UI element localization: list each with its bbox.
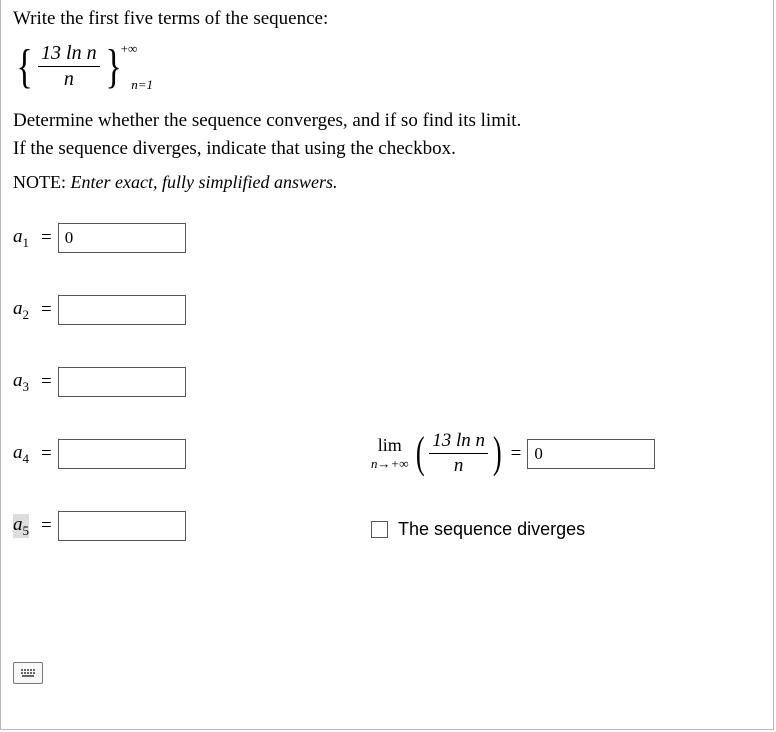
prompt-text: Write the first five terms of the sequen… (13, 8, 761, 30)
instruction-text: Determine whether the sequence converges… (13, 107, 761, 162)
note-body: Enter exact, fully simplified answers. (66, 172, 337, 192)
input-a3[interactable] (58, 367, 186, 397)
input-limit[interactable] (527, 439, 655, 469)
limit-fraction: 13 ln n n (429, 430, 488, 477)
lim-text: lim (378, 435, 402, 456)
equals-sign: = (41, 443, 52, 465)
question-container: Write the first five terms of the sequen… (0, 0, 774, 730)
limit-expression: ( 13 ln n n ) (413, 430, 505, 477)
lower-limit: n=1 (131, 77, 153, 93)
equals-sign: = (41, 227, 52, 249)
equals-sign: = (511, 443, 522, 465)
diverge-row: The sequence diverges (371, 519, 761, 540)
term-row-a3: a3 = (13, 367, 761, 397)
left-brace: { (16, 50, 32, 84)
input-a5[interactable] (58, 511, 186, 541)
limit-operator: lim n→+∞ (371, 435, 409, 472)
note-text: NOTE: Enter exact, fully simplified answ… (13, 172, 761, 193)
sequence-definition: { 13 ln n n } +∞ n=1 (13, 42, 761, 91)
input-a1[interactable] (58, 223, 186, 253)
diverge-checkbox[interactable] (371, 521, 388, 538)
term-label-a2: a2 (13, 298, 29, 323)
right-paren: ) (493, 438, 502, 469)
term-row-a1: a1 = (13, 223, 761, 253)
upper-limit: +∞ (121, 41, 138, 57)
equals-sign: = (41, 299, 52, 321)
instruction-line-1: Determine whether the sequence converges… (13, 110, 521, 131)
diverge-label: The sequence diverges (398, 519, 585, 540)
sequence-numerator: 13 ln n (38, 42, 100, 66)
instruction-line-2: If the sequence diverges, indicate that … (13, 138, 456, 159)
equals-sign: = (41, 515, 52, 537)
right-brace: } (105, 50, 121, 84)
keyboard-icon[interactable] (13, 662, 43, 684)
limit-denominator: n (429, 453, 488, 477)
term-label-a1: a1 (13, 226, 29, 251)
term-row-a2: a2 = (13, 295, 761, 325)
limit-numerator: 13 ln n (429, 430, 488, 453)
sequence-fraction: 13 ln n n (38, 42, 100, 91)
note-label: NOTE: (13, 172, 66, 192)
term-label-a3: a3 (13, 370, 29, 395)
lim-sub: n→+∞ (371, 456, 409, 472)
equals-sign: = (41, 371, 52, 393)
right-panel: lim n→+∞ ( 13 ln n n ) = The sequence di… (371, 430, 761, 540)
sequence-denominator: n (38, 66, 100, 91)
limit-row: lim n→+∞ ( 13 ln n n ) = (371, 430, 761, 477)
input-a4[interactable] (58, 439, 186, 469)
left-paren: ( (415, 438, 424, 469)
term-label-a5: a5 (13, 514, 29, 539)
input-a2[interactable] (58, 295, 186, 325)
term-label-a4: a4 (13, 442, 29, 467)
